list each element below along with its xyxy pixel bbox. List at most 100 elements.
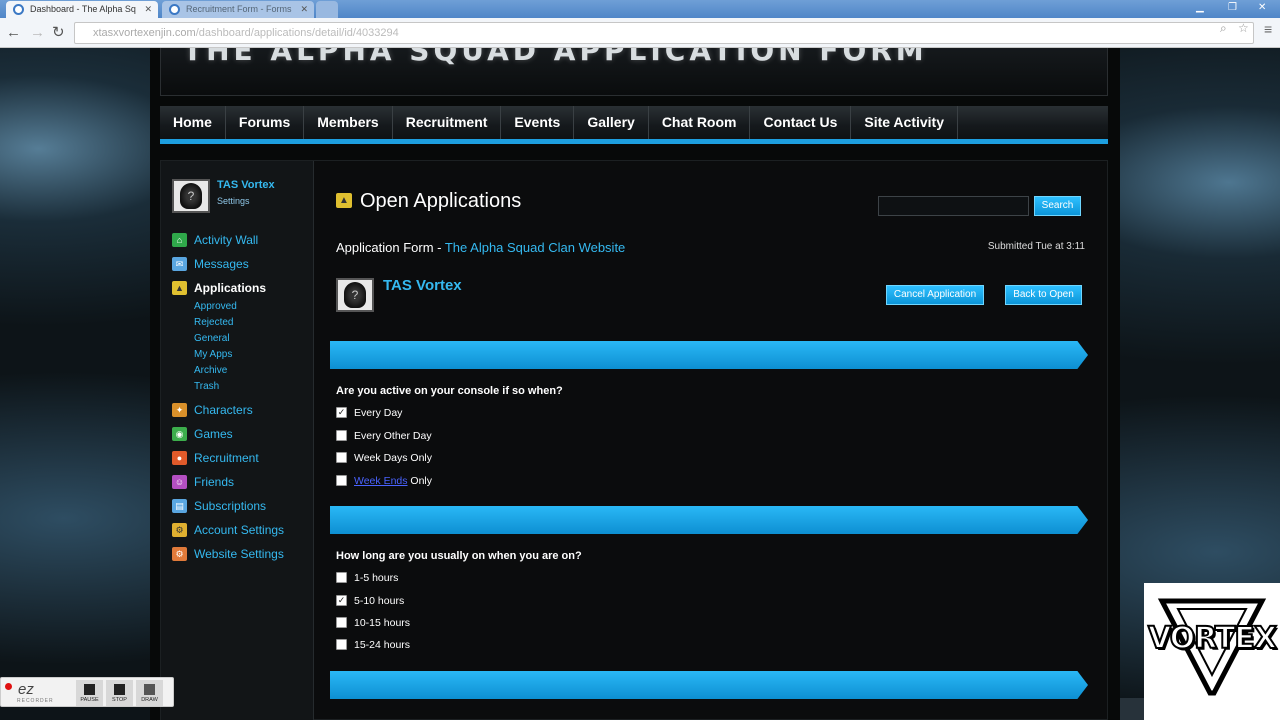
checkbox-checked[interactable]: ✓ <box>336 595 347 606</box>
option-15-24-hours[interactable]: 15-24 hours <box>336 639 410 653</box>
option-every-day[interactable]: ✓ Every Day <box>336 407 402 421</box>
browser-toolbar: ← → ↻ xtasxvortexenjin.com/dashboard/app… <box>0 18 1280 48</box>
nav-site-activity[interactable]: Site Activity <box>851 106 959 139</box>
sidebar-subitem-rejected[interactable]: Rejected <box>194 315 284 331</box>
applicant-name[interactable]: TAS Vortex <box>383 277 462 294</box>
new-tab-button[interactable] <box>316 1 338 18</box>
back-arrow-icon[interactable]: ← <box>6 23 21 43</box>
option-1-5-hours[interactable]: 1-5 hours <box>336 572 398 586</box>
tab-dashboard[interactable]: Dashboard - The Alpha Sq ✕ <box>6 1 158 18</box>
sidebar-item-characters[interactable]: ✦ Characters <box>172 401 284 425</box>
sidebar-subitem-general[interactable]: General <box>194 331 284 347</box>
sidebar-subitem-my-apps[interactable]: My Apps <box>194 347 284 363</box>
sidebar-item-label: Characters <box>194 403 253 417</box>
tab-recruitment-form[interactable]: Recruitment Form - Forms ✕ <box>162 1 314 18</box>
tab-title: Dashboard - The Alpha Sq <box>30 4 136 14</box>
forward-arrow-icon[interactable]: → <box>30 23 45 43</box>
sidebar-item-label: Recruitment <box>194 451 259 465</box>
applications-submenu: Approved Rejected General My Apps Archiv… <box>194 299 284 395</box>
sidebar-item-recruitment[interactable]: ● Recruitment <box>172 449 284 473</box>
back-to-open-button[interactable]: Back to Open <box>1005 285 1082 305</box>
option-label: 10-15 hours <box>354 617 411 629</box>
sidebar-item-messages[interactable]: ✉ Messages <box>172 255 284 279</box>
checkbox[interactable] <box>336 430 347 441</box>
option-label: Every Other Day <box>354 430 432 442</box>
sidebar-menu: ⌂ Activity Wall ✉ Messages ▲ Application… <box>172 231 284 569</box>
checkbox[interactable] <box>336 452 347 463</box>
checkbox[interactable] <box>336 475 347 486</box>
minimize-icon[interactable]: ▁ <box>1196 0 1204 16</box>
nav-events[interactable]: Events <box>501 106 575 139</box>
sidebar-item-website-settings[interactable]: ⚙ Website Settings <box>172 545 284 569</box>
screen-recorder-toolbar: ez RECORDER PAUSE STOP DRAW <box>0 677 174 707</box>
sidebar-item-games[interactable]: ◉ Games <box>172 425 284 449</box>
option-label: Only <box>407 475 433 487</box>
sidebar-item-applications[interactable]: ▲ Applications <box>172 279 284 303</box>
nav-forums[interactable]: Forums <box>226 106 305 139</box>
option-label: Every Day <box>354 407 403 419</box>
menu-icon[interactable]: ≡ <box>1264 21 1272 37</box>
account-settings-icon: ⚙ <box>172 523 187 537</box>
recorder-draw-button[interactable]: DRAW <box>136 680 163 706</box>
week-ends-link[interactable]: Week Ends <box>354 475 408 487</box>
sidebar-item-account-settings[interactable]: ⚙ Account Settings <box>172 521 284 545</box>
cancel-application-button[interactable]: Cancel Application <box>886 285 984 305</box>
recorder-pause-button[interactable]: PAUSE <box>76 680 103 706</box>
tab-close-icon[interactable]: ✕ <box>144 1 152 18</box>
checkbox[interactable] <box>336 572 347 583</box>
applicant-avatar[interactable]: ? <box>336 278 374 312</box>
search-input[interactable] <box>878 196 1029 216</box>
sidebar-item-activity-wall[interactable]: ⌂ Activity Wall <box>172 231 284 255</box>
restore-icon[interactable]: ❐ <box>1228 0 1237 16</box>
sidebar-subitem-trash[interactable]: Trash <box>194 379 284 395</box>
sidebar-username[interactable]: TAS Vortex <box>217 179 275 191</box>
checkbox[interactable] <box>336 639 347 650</box>
banner-title: THE ALPHA SQUAD APPLICATION FORM <box>183 48 928 67</box>
option-week-days-only[interactable]: Week Days Only <box>336 452 432 466</box>
option-label: 1-5 hours <box>354 572 399 584</box>
option-label: 15-24 hours <box>354 639 411 651</box>
option-week-ends-only[interactable]: Week Ends Only <box>336 475 432 489</box>
recorder-stop-button[interactable]: STOP <box>106 680 133 706</box>
address-bar[interactable]: xtasxvortexenjin.com/dashboard/applicati… <box>74 22 1254 44</box>
section-divider <box>330 671 1088 699</box>
nav-members[interactable]: Members <box>304 106 393 139</box>
option-every-other-day[interactable]: Every Other Day <box>336 430 432 444</box>
search-button[interactable]: Search <box>1034 196 1081 216</box>
draw-icon <box>144 684 155 695</box>
tab-close-icon[interactable]: ✕ <box>300 1 308 18</box>
option-label: Week Days Only <box>354 452 432 464</box>
sidebar-item-subscriptions[interactable]: ▤ Subscriptions <box>172 497 284 521</box>
recorder-subtitle: RECORDER <box>17 698 54 704</box>
avatar[interactable]: ? <box>172 179 210 213</box>
close-window-icon[interactable]: ✕ <box>1258 0 1266 16</box>
subscriptions-icon: ▤ <box>172 499 187 513</box>
checkbox[interactable] <box>336 617 347 628</box>
application-detail: ▲ Open Applications Search Application F… <box>314 161 1109 720</box>
main-navigation: Home Forums Members Recruitment Events G… <box>160 106 1108 144</box>
nav-chat-room[interactable]: Chat Room <box>649 106 751 139</box>
nav-home[interactable]: Home <box>160 106 226 139</box>
web-page: THE ALPHA SQUAD APPLICATION FORM Home Fo… <box>0 48 1280 720</box>
checkbox-checked[interactable]: ✓ <box>336 407 347 418</box>
form-title: Application Form - The Alpha Squad Clan … <box>336 240 625 255</box>
nav-recruitment[interactable]: Recruitment <box>393 106 502 139</box>
sidebar-item-label: Friends <box>194 475 235 489</box>
option-10-15-hours[interactable]: 10-15 hours <box>336 617 410 631</box>
page-title-text: Open Applications <box>360 190 522 212</box>
nav-contact-us[interactable]: Contact Us <box>750 106 852 139</box>
reload-icon[interactable]: ↻ <box>52 23 65 43</box>
vortex-watermark-logo: VORTEX <box>1144 583 1280 720</box>
characters-icon: ✦ <box>172 403 187 417</box>
games-icon: ◉ <box>172 427 187 441</box>
home-icon: ⌂ <box>172 233 187 247</box>
site-banner: THE ALPHA SQUAD APPLICATION FORM <box>160 48 1108 96</box>
sidebar-subitem-archive[interactable]: Archive <box>194 363 284 379</box>
sidebar-settings-link[interactable]: Settings <box>217 196 250 206</box>
bookmark-star-icon[interactable]: ☆ <box>1238 21 1249 35</box>
nav-gallery[interactable]: Gallery <box>574 106 649 139</box>
sidebar-item-friends[interactable]: ☺ Friends <box>172 473 284 497</box>
search-icon[interactable]: ⌕ <box>1220 21 1227 36</box>
form-site-link[interactable]: The Alpha Squad Clan Website <box>445 240 625 255</box>
option-5-10-hours[interactable]: ✓ 5-10 hours <box>336 595 404 609</box>
